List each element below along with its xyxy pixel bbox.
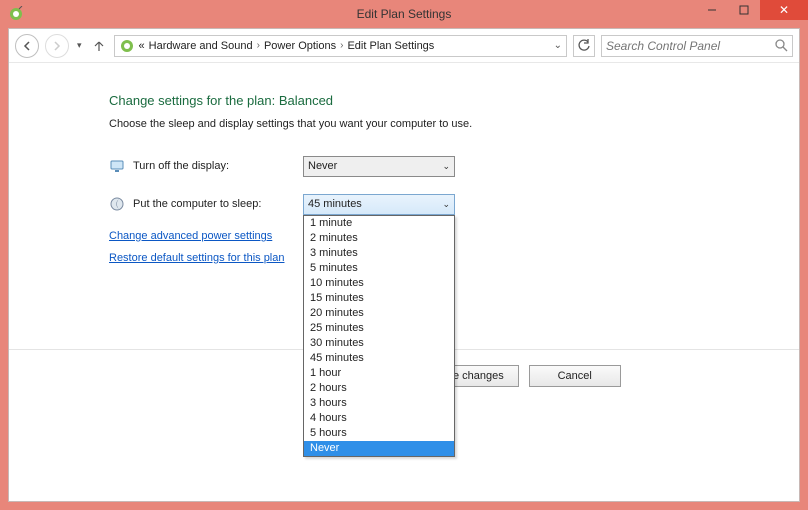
sleep-option[interactable]: 3 minutes bbox=[304, 246, 454, 261]
forward-button[interactable] bbox=[45, 34, 69, 58]
minimize-button[interactable] bbox=[696, 0, 728, 20]
sleep-option[interactable]: 5 hours bbox=[304, 426, 454, 441]
sleep-option[interactable]: 2 minutes bbox=[304, 231, 454, 246]
history-dropdown-icon[interactable]: ▾ bbox=[75, 40, 84, 51]
display-combo-value: Never bbox=[308, 160, 337, 172]
display-icon bbox=[109, 158, 125, 174]
breadcrumb-power-options[interactable]: Power Options bbox=[264, 40, 336, 52]
sleep-option[interactable]: 20 minutes bbox=[304, 306, 454, 321]
breadcrumb-prefix: « bbox=[139, 40, 145, 52]
sleep-option-selected[interactable]: Never bbox=[304, 441, 454, 456]
row-sleep: Put the computer to sleep: 45 minutes ⌄ … bbox=[109, 192, 799, 216]
app-icon bbox=[8, 6, 24, 22]
close-button[interactable]: ✕ bbox=[760, 0, 808, 20]
refresh-button[interactable] bbox=[573, 35, 595, 57]
chevron-down-icon: ⌄ bbox=[442, 199, 450, 210]
sleep-option[interactable]: 15 minutes bbox=[304, 291, 454, 306]
sleep-option[interactable]: 1 hour bbox=[304, 366, 454, 381]
search-input[interactable] bbox=[606, 39, 775, 53]
sleep-label: Put the computer to sleep: bbox=[133, 198, 303, 210]
sleep-option[interactable]: 25 minutes bbox=[304, 321, 454, 336]
sleep-combo[interactable]: 45 minutes ⌄ 1 minute 2 minutes 3 minute… bbox=[303, 194, 455, 215]
sleep-option[interactable]: 10 minutes bbox=[304, 276, 454, 291]
control-panel-icon bbox=[119, 38, 135, 54]
maximize-button[interactable] bbox=[728, 0, 760, 20]
search-box[interactable] bbox=[601, 35, 793, 57]
chevron-right-icon: › bbox=[340, 40, 343, 51]
window-controls: ✕ bbox=[696, 0, 808, 20]
breadcrumb-edit-plan[interactable]: Edit Plan Settings bbox=[347, 40, 434, 52]
breadcrumb[interactable]: « Hardware and Sound › Power Options › E… bbox=[114, 35, 567, 57]
breadcrumb-hardware-sound[interactable]: Hardware and Sound bbox=[149, 40, 253, 52]
window-frame: Edit Plan Settings ✕ ▾ bbox=[0, 0, 808, 510]
display-combo[interactable]: Never ⌄ bbox=[303, 156, 455, 177]
sleep-option[interactable]: 3 hours bbox=[304, 396, 454, 411]
up-button[interactable] bbox=[90, 37, 108, 55]
window-title: Edit Plan Settings bbox=[0, 7, 808, 21]
sleep-dropdown: 1 minute 2 minutes 3 minutes 5 minutes 1… bbox=[303, 215, 455, 457]
page-heading: Change settings for the plan: Balanced bbox=[109, 93, 799, 108]
back-button[interactable] bbox=[15, 34, 39, 58]
content-area: Change settings for the plan: Balanced C… bbox=[9, 63, 799, 501]
chevron-down-icon: ⌄ bbox=[442, 161, 450, 172]
moon-icon bbox=[109, 196, 125, 212]
toolbar: ▾ « Hardware and Sound › Power Options ›… bbox=[9, 29, 799, 63]
breadcrumb-dropdown-icon[interactable]: ⌄ bbox=[554, 40, 562, 51]
row-display-off: Turn off the display: Never ⌄ bbox=[109, 154, 799, 178]
title-bar: Edit Plan Settings ✕ bbox=[0, 0, 808, 28]
sleep-combo-value: 45 minutes bbox=[308, 198, 362, 210]
chevron-right-icon: › bbox=[257, 40, 260, 51]
sleep-option[interactable]: 30 minutes bbox=[304, 336, 454, 351]
sleep-option[interactable]: 4 hours bbox=[304, 411, 454, 426]
sleep-option[interactable]: 5 minutes bbox=[304, 261, 454, 276]
display-label: Turn off the display: bbox=[133, 160, 303, 172]
sleep-option[interactable]: 2 hours bbox=[304, 381, 454, 396]
sleep-option[interactable]: 45 minutes bbox=[304, 351, 454, 366]
client-area: ▾ « Hardware and Sound › Power Options ›… bbox=[8, 28, 800, 502]
cancel-button[interactable]: Cancel bbox=[529, 365, 621, 387]
search-icon bbox=[775, 39, 788, 52]
sleep-option[interactable]: 1 minute bbox=[304, 216, 454, 231]
page-subtext: Choose the sleep and display settings th… bbox=[109, 118, 799, 130]
